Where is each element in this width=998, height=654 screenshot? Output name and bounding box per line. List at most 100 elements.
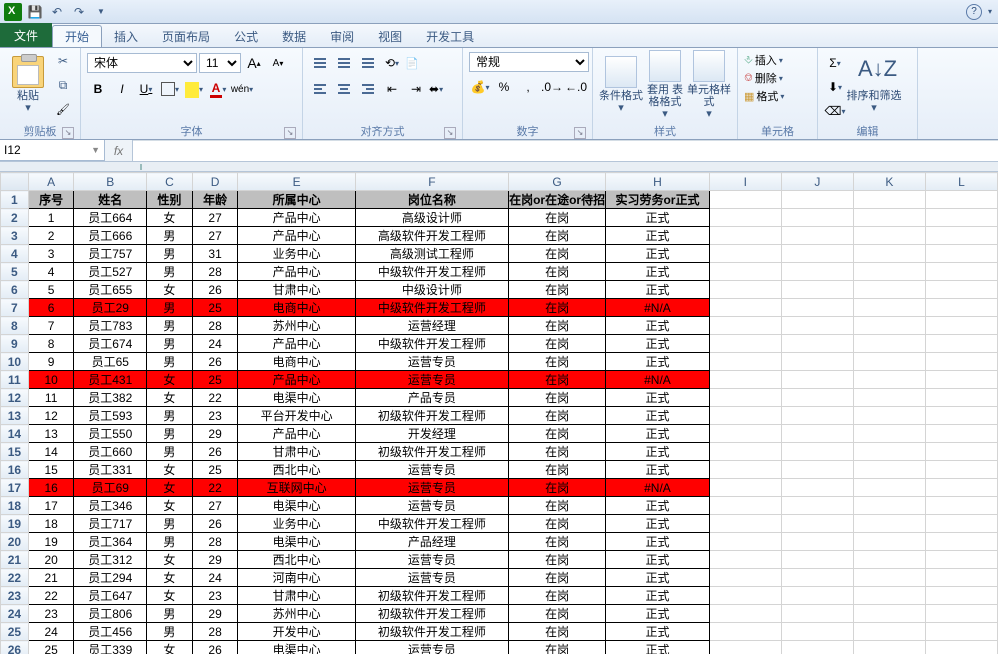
cell[interactable] [781,353,853,371]
formula-input[interactable] [133,140,998,161]
cell[interactable]: 电商中心 [238,299,355,317]
col-header-C[interactable]: C [147,173,193,191]
cell[interactable]: 26 [192,443,238,461]
cell[interactable]: 在岗 [509,335,606,353]
cell[interactable]: 初级软件开发工程师 [355,605,508,623]
cell[interactable]: 员工717 [74,515,147,533]
cell[interactable]: 12 [28,407,74,425]
cell[interactable]: 在岗 [509,281,606,299]
cell[interactable]: 产品中心 [238,263,355,281]
inc-decimal-button[interactable]: .0→ [541,76,563,98]
cell[interactable]: 29 [192,425,238,443]
cell[interactable] [709,245,781,263]
cell[interactable]: 产品中心 [238,209,355,227]
cell[interactable]: 正式 [606,641,710,654]
cell[interactable]: 正式 [606,245,710,263]
cell[interactable] [709,569,781,587]
cell[interactable] [925,335,997,353]
cell[interactable]: 28 [192,263,238,281]
row-header-20[interactable]: 20 [1,533,29,551]
cell[interactable]: 初级软件开发工程师 [355,587,508,605]
cell[interactable] [781,461,853,479]
cell[interactable] [853,407,925,425]
cell[interactable]: 女 [147,371,193,389]
cell[interactable] [925,353,997,371]
cell[interactable] [709,335,781,353]
cell[interactable]: 电渠中心 [238,389,355,407]
cell[interactable] [853,551,925,569]
cell[interactable] [925,281,997,299]
cell[interactable]: 女 [147,461,193,479]
cell[interactable]: 26 [192,353,238,371]
cell[interactable]: 互联网中心 [238,479,355,497]
conditional-format-button[interactable]: 条件格式▾ [599,50,643,120]
launcher-icon[interactable]: ↘ [574,127,586,139]
cell[interactable] [709,587,781,605]
cell[interactable]: 11 [28,389,74,407]
cell[interactable] [709,443,781,461]
cell[interactable]: 24 [192,335,238,353]
cell[interactable]: 27 [192,209,238,227]
cell[interactable]: 产品专员 [355,389,508,407]
cell[interactable] [781,623,853,641]
cell[interactable] [709,425,781,443]
cell[interactable]: 19 [28,533,74,551]
header-cell[interactable]: 年龄 [192,191,238,209]
cell[interactable]: 男 [147,353,193,371]
currency-button[interactable]: 💰▾ [469,76,491,98]
cell[interactable]: 男 [147,407,193,425]
cell[interactable]: 苏州中心 [238,317,355,335]
cell[interactable]: 产品中心 [238,371,355,389]
cell[interactable]: 初级软件开发工程师 [355,623,508,641]
tab-2[interactable]: 页面布局 [150,25,222,47]
qat-save-icon[interactable]: 💾 [26,3,44,21]
cell[interactable]: 在岗 [509,587,606,605]
cell[interactable] [853,443,925,461]
cell[interactable]: 电渠中心 [238,533,355,551]
cell[interactable]: 正式 [606,209,710,227]
cell[interactable] [853,317,925,335]
cell[interactable] [925,461,997,479]
cell[interactable]: 在岗 [509,497,606,515]
cell[interactable] [925,191,997,209]
cell[interactable] [853,533,925,551]
cell[interactable]: 员工674 [74,335,147,353]
cell[interactable]: 中级软件开发工程师 [355,263,508,281]
cell[interactable]: 在岗 [509,569,606,587]
cell[interactable]: 正式 [606,425,710,443]
cell[interactable] [853,479,925,497]
cell[interactable]: 13 [28,425,74,443]
cell[interactable]: 28 [192,533,238,551]
cell[interactable]: 业务中心 [238,515,355,533]
col-header-K[interactable]: K [853,173,925,191]
indent-inc-button[interactable]: ⇥ [405,78,427,100]
cell[interactable]: 女 [147,587,193,605]
font-color-button[interactable]: A▾ [207,78,229,100]
cell[interactable] [781,317,853,335]
cell[interactable]: 高级软件开发工程师 [355,227,508,245]
phonetic-button[interactable]: wén▾ [231,78,253,100]
align-left-button[interactable] [309,78,331,100]
cell[interactable]: 中级软件开发工程师 [355,515,508,533]
align-center-button[interactable] [333,78,355,100]
cell[interactable] [781,533,853,551]
cell[interactable]: 1 [28,209,74,227]
border-button[interactable]: ▾ [159,78,181,100]
delete-cells-button[interactable]: ⎊删除▾ [744,70,783,86]
header-cell[interactable]: 在岗or在途or待招 [509,191,606,209]
sort-filter-button[interactable]: A↓Z 排序和筛选▾ [846,50,902,120]
file-tab[interactable]: 文件 [0,23,52,47]
cut-button[interactable] [52,50,74,72]
insert-cells-button[interactable]: ⎀插入▾ [744,52,783,68]
cell[interactable]: 员工346 [74,497,147,515]
cell[interactable]: 正式 [606,515,710,533]
row-header-13[interactable]: 13 [1,407,29,425]
cell[interactable]: 员工757 [74,245,147,263]
cell[interactable] [709,641,781,654]
row-header-19[interactable]: 19 [1,515,29,533]
cell[interactable]: 产品中心 [238,425,355,443]
cell[interactable]: 25 [28,641,74,654]
cell[interactable]: 男 [147,317,193,335]
cell[interactable]: 员工664 [74,209,147,227]
tab-4[interactable]: 数据 [270,25,318,47]
